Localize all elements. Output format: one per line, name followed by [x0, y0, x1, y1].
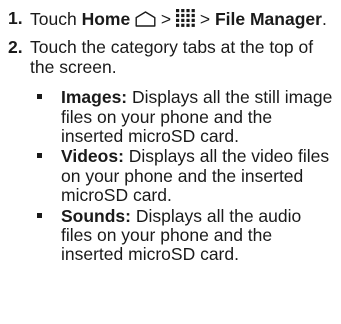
period: . — [321, 9, 327, 29]
step-2: 2. Touch the category tabs at the top of… — [0, 37, 341, 77]
category-title: Sounds: — [61, 205, 131, 226]
step-text: Touch — [30, 9, 82, 29]
list-item: Sounds: Displays all the audio files on … — [0, 205, 341, 265]
bullet-square-icon — [37, 94, 42, 100]
home-label: Home — [81, 9, 131, 29]
home-icon — [135, 11, 156, 27]
category-title: Videos: — [61, 146, 124, 167]
list-item: Images: Displays all the still image fil… — [0, 88, 341, 146]
step-1: 1. Touch Home > > File Manager. — [0, 8, 341, 29]
list-item: Videos: Displays all the video files on … — [0, 147, 341, 205]
separator: > — [195, 9, 215, 29]
bullet-square-icon — [37, 153, 42, 159]
separator: > — [156, 9, 177, 29]
step-number: 2. — [8, 37, 23, 58]
step-text: Touch the category tabs at the top of th… — [30, 37, 314, 77]
category-list: Images: Displays all the still image fil… — [0, 88, 341, 265]
step-number: 1. — [8, 8, 23, 28]
file-manager-label: File Manager — [214, 9, 322, 29]
apps-grid-icon — [176, 9, 195, 27]
category-title: Images: — [61, 87, 128, 108]
instruction-document: 1. Touch Home > > File Manager. 2. Touch… — [0, 0, 341, 266]
bullet-square-icon — [37, 212, 42, 218]
